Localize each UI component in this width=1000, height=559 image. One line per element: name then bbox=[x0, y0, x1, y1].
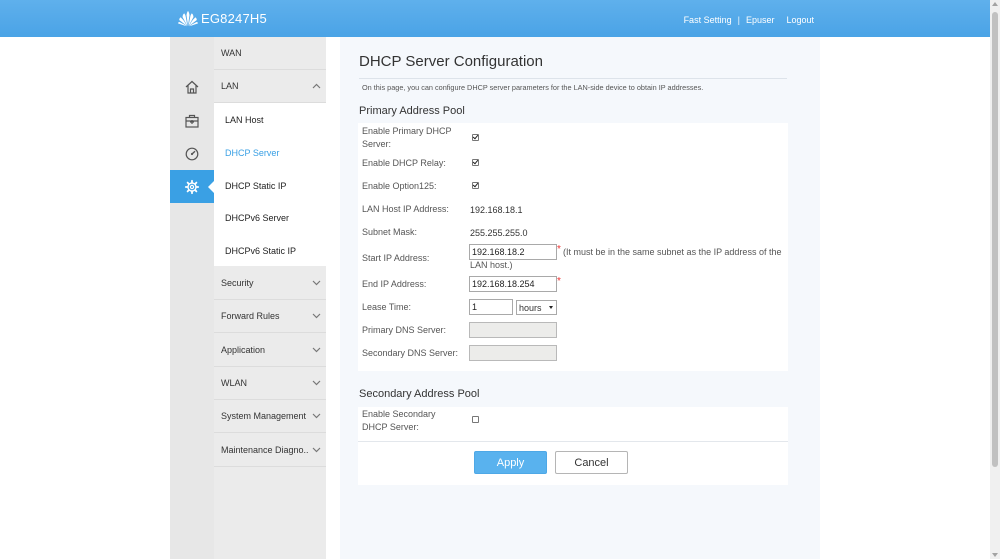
end-ip-required-mark: * bbox=[557, 276, 561, 287]
top-header-bar: EG8247H5 Fast Setting | Epuser Logout bbox=[0, 0, 990, 37]
fast-setting-link[interactable]: Fast Setting bbox=[684, 15, 732, 25]
menu-item-label: LAN bbox=[221, 81, 239, 91]
link-separator: | bbox=[737, 15, 740, 25]
secondary-dns-label: Secondary DNS Server: bbox=[362, 348, 459, 358]
scroll-down-arrow-icon[interactable] bbox=[992, 553, 998, 557]
end-ip-label: End IP Address: bbox=[362, 279, 427, 289]
enable-primary-dhcp-label: Enable Primary DHCP Server: bbox=[362, 126, 452, 149]
menu-item-forward-rules[interactable]: Forward Rules bbox=[214, 300, 326, 333]
menu-item-application[interactable]: Application bbox=[214, 333, 326, 367]
lease-unit-select[interactable]: hours bbox=[516, 300, 557, 315]
brand-logo: EG8247H5 bbox=[177, 10, 267, 27]
toolbox-icon bbox=[185, 114, 199, 128]
lan-submenu: LAN Host DHCP Server DHCP Static IP DHCP… bbox=[214, 103, 326, 266]
menu-item-lan[interactable]: LAN bbox=[214, 70, 326, 103]
lease-unit-value: hours bbox=[519, 302, 542, 313]
menu-item-label: Maintenance Diagno.. bbox=[221, 444, 309, 455]
huawei-logo-icon bbox=[178, 11, 198, 27]
chevron-down-icon bbox=[312, 380, 321, 386]
scroll-thumb[interactable] bbox=[992, 12, 998, 467]
start-ip-note: (It must be in the same subnet as the IP… bbox=[470, 247, 782, 270]
scroll-up-arrow-icon[interactable] bbox=[992, 2, 998, 6]
home-category-button[interactable] bbox=[170, 70, 214, 103]
submenu-item-dhcp-server[interactable]: DHCP Server bbox=[214, 136, 326, 169]
enable-secondary-dhcp-checkbox[interactable] bbox=[472, 416, 479, 423]
lease-time-input[interactable]: 1 bbox=[469, 299, 513, 315]
enable-primary-dhcp-checkbox[interactable] bbox=[472, 134, 479, 141]
chevron-down-icon bbox=[312, 280, 321, 285]
user-link[interactable]: Epuser bbox=[746, 15, 775, 25]
enable-option125-label: Enable Option125: bbox=[362, 181, 437, 191]
menu-item-label: WAN bbox=[221, 48, 242, 58]
menu-item-label: WLAN bbox=[221, 378, 248, 388]
gauge-category-button[interactable] bbox=[170, 137, 214, 170]
header-links: Fast Setting | Epuser Logout bbox=[684, 15, 814, 25]
secondary-dns-input[interactable] bbox=[469, 345, 557, 361]
home-icon bbox=[185, 80, 199, 94]
chevron-down-icon bbox=[312, 447, 321, 452]
menu-item-label: Application bbox=[221, 344, 266, 355]
enable-option125-checkbox[interactable] bbox=[472, 182, 479, 189]
chevron-down-icon bbox=[312, 313, 321, 319]
settings-category-button[interactable] bbox=[170, 170, 215, 203]
gauge-icon bbox=[185, 147, 199, 160]
chevron-up-icon bbox=[312, 83, 321, 89]
enable-dhcp-relay-checkbox[interactable] bbox=[472, 159, 479, 166]
lan-host-ip-value: 192.168.18.1 bbox=[470, 205, 523, 215]
subnet-mask-value: 255.255.255.0 bbox=[470, 228, 528, 238]
page-description: On this page, you can configure DHCP ser… bbox=[362, 83, 704, 92]
menu-item-label: System Management bbox=[221, 411, 307, 421]
gear-icon bbox=[184, 179, 200, 194]
lan-host-ip-label: LAN Host IP Address: bbox=[362, 204, 449, 214]
subnet-mask-label: Subnet Mask: bbox=[362, 227, 418, 237]
lease-time-label: Lease Time: bbox=[362, 302, 412, 312]
apply-button[interactable]: Apply bbox=[474, 451, 547, 474]
menu-item-maintenance-diagnosis[interactable]: Maintenance Diagno.. bbox=[214, 433, 326, 467]
page-title: DHCP Server Configuration bbox=[359, 53, 543, 70]
enable-dhcp-relay-label: Enable DHCP Relay: bbox=[362, 158, 446, 168]
menu-item-wan[interactable]: WAN bbox=[214, 37, 326, 70]
menu-item-security[interactable]: Security bbox=[214, 266, 326, 300]
submenu-label: DHCP Server bbox=[225, 147, 280, 158]
product-name: EG8247H5 bbox=[201, 11, 267, 26]
menu-item-system-management[interactable]: System Management bbox=[214, 400, 326, 433]
dropdown-arrow-icon bbox=[549, 306, 553, 309]
submenu-item-dhcp-static-ip[interactable]: DHCP Static IP bbox=[214, 169, 326, 202]
submenu-label: LAN Host bbox=[225, 114, 264, 125]
menu-item-label: Security bbox=[221, 277, 254, 288]
end-ip-input[interactable]: 192.168.18.254 bbox=[469, 276, 557, 292]
enable-secondary-dhcp-label: Enable Secondary DHCP Server: bbox=[362, 409, 436, 432]
primary-dns-input[interactable] bbox=[469, 322, 557, 338]
submenu-item-lan-host[interactable]: LAN Host bbox=[214, 103, 326, 136]
title-divider bbox=[359, 78, 787, 79]
logout-link[interactable]: Logout bbox=[786, 15, 814, 25]
chevron-down-icon bbox=[312, 347, 321, 352]
secondary-pool-title: Secondary Address Pool bbox=[359, 388, 480, 400]
submenu-label: DHCP Static IP bbox=[225, 180, 287, 191]
primary-pool-title: Primary Address Pool bbox=[359, 105, 465, 117]
toolbox-category-button[interactable] bbox=[170, 104, 214, 137]
submenu-item-dhcpv6-server[interactable]: DHCPv6 Server bbox=[214, 201, 326, 234]
start-ip-label: Start IP Address: bbox=[362, 253, 430, 263]
page-scrollbar[interactable] bbox=[990, 0, 1000, 559]
submenu-label: DHCPv6 Static IP bbox=[225, 245, 297, 256]
side-menu: WAN LAN LAN Host DHCP Server DHCP Static… bbox=[214, 37, 326, 559]
primary-dns-label: Primary DNS Server: bbox=[362, 325, 447, 335]
submenu-item-dhcpv6-static-ip[interactable]: DHCPv6 Static IP bbox=[214, 234, 326, 267]
menu-item-wlan[interactable]: WLAN bbox=[214, 367, 326, 400]
chevron-down-icon bbox=[312, 413, 321, 419]
menu-item-label: Forward Rules bbox=[221, 311, 280, 321]
submenu-label: DHCPv6 Server bbox=[225, 212, 290, 223]
category-icon-strip bbox=[170, 37, 215, 559]
cancel-button[interactable]: Cancel bbox=[555, 451, 628, 474]
